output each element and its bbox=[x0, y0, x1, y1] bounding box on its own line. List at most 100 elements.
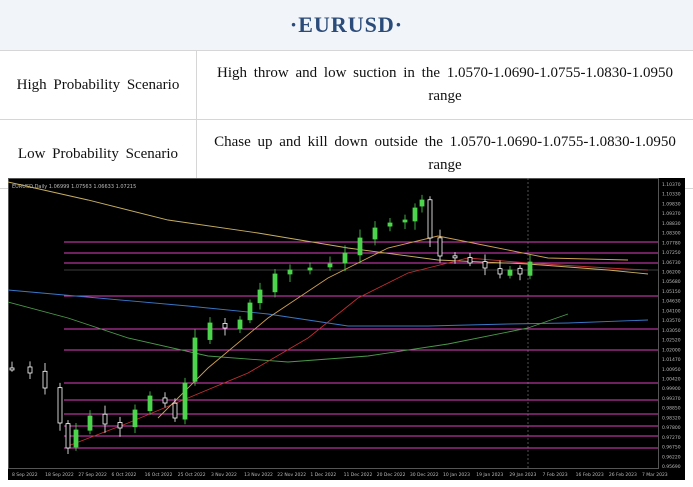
y-axis-label: 0.99900 bbox=[662, 386, 681, 392]
y-axis-label: 1.03050 bbox=[662, 328, 681, 334]
x-axis-label: 7 Feb 2023 bbox=[543, 472, 568, 478]
moving-average-line bbox=[8, 181, 649, 275]
y-axis-label: 1.10330 bbox=[662, 192, 681, 198]
y-axis-label: 0.96220 bbox=[662, 454, 681, 460]
candle-body bbox=[467, 257, 473, 264]
candle-body bbox=[207, 322, 213, 340]
candle-body bbox=[192, 337, 198, 382]
x-axis-label: 16 Oct 2022 bbox=[145, 472, 173, 478]
moving-average-line bbox=[67, 257, 649, 447]
x-axis-label: 16 Feb 2023 bbox=[576, 472, 604, 478]
candle-body bbox=[247, 302, 253, 321]
y-axis-label: 1.09830 bbox=[662, 201, 681, 207]
candle-body bbox=[482, 261, 488, 269]
y-axis-label: 1.05150 bbox=[662, 289, 681, 295]
x-axis-label: 8 Sep 2022 bbox=[12, 472, 38, 478]
candle-body bbox=[327, 263, 333, 268]
candle-body bbox=[427, 199, 433, 239]
candle-body bbox=[57, 387, 63, 424]
y-axis-label: 0.98850 bbox=[662, 406, 681, 412]
candle-body bbox=[517, 267, 523, 275]
x-axis-label: 26 Feb 2023 bbox=[609, 472, 637, 478]
candle-body bbox=[387, 222, 393, 227]
candle-body bbox=[9, 367, 15, 371]
y-axis-label: 1.02520 bbox=[662, 338, 681, 344]
candle-body bbox=[87, 415, 93, 431]
candle-body bbox=[497, 268, 503, 275]
y-axis-label: 0.99370 bbox=[662, 396, 681, 402]
x-axis-label: 11 Dec 2022 bbox=[344, 472, 373, 478]
candle-body bbox=[307, 267, 313, 271]
candle-body bbox=[402, 219, 408, 223]
x-axis-label: 22 Nov 2022 bbox=[277, 472, 306, 478]
y-axis-label: 1.04630 bbox=[662, 299, 681, 305]
candle-body bbox=[117, 422, 123, 429]
price-chart-svg: EURUSD,Daily 1.06999 1.07563 1.06633 1.0… bbox=[8, 178, 681, 478]
y-axis-label: 1.08830 bbox=[662, 221, 681, 227]
x-axis-label: 27 Sep 2022 bbox=[78, 472, 107, 478]
page-title-bar: ·EURUSD· bbox=[0, 0, 693, 50]
candle-body bbox=[182, 382, 188, 420]
y-axis-label: 1.09370 bbox=[662, 211, 681, 217]
candle-body bbox=[372, 227, 378, 240]
candle-body bbox=[172, 402, 178, 419]
candle-body bbox=[73, 429, 79, 448]
candle-body bbox=[507, 269, 513, 276]
y-axis-label: 1.04100 bbox=[662, 308, 681, 314]
candle-body bbox=[65, 423, 71, 449]
table-row: High Probability Scenario High throw and… bbox=[0, 50, 693, 120]
moving-average-line bbox=[8, 301, 569, 363]
x-axis-label: 6 Oct 2022 bbox=[111, 472, 136, 478]
y-axis-label: 0.97270 bbox=[662, 435, 681, 441]
x-axis-label: 1 Dec 2022 bbox=[310, 472, 336, 478]
y-axis-label: 1.00420 bbox=[662, 376, 681, 382]
x-axis-label: 19 Jan 2023 bbox=[476, 472, 503, 478]
y-axis-label: 1.08300 bbox=[662, 231, 681, 237]
x-axis-label: 20 Dec 2022 bbox=[377, 472, 406, 478]
y-axis-label: 0.97800 bbox=[662, 425, 681, 431]
candle-body bbox=[342, 252, 348, 264]
candle-body bbox=[257, 289, 263, 304]
candle-body bbox=[27, 366, 33, 374]
candle-body bbox=[237, 319, 243, 330]
candle-body bbox=[272, 273, 278, 293]
candle-body bbox=[412, 207, 418, 222]
candle-body bbox=[132, 409, 138, 428]
candle-body bbox=[42, 370, 48, 389]
x-axis-label: 7 Mar 2023 bbox=[642, 472, 668, 478]
x-axis-label: 10 Jan 2023 bbox=[443, 472, 470, 478]
price-chart: EURUSD,Daily 1.06999 1.07563 1.06633 1.0… bbox=[8, 178, 685, 480]
candle-body bbox=[357, 237, 363, 256]
y-axis-label: 0.98320 bbox=[662, 415, 681, 421]
candle-body bbox=[222, 323, 228, 329]
x-axis-label: 3 Nov 2022 bbox=[211, 472, 237, 478]
candle-body bbox=[162, 397, 168, 404]
x-axis-label: 18 Sep 2022 bbox=[45, 472, 74, 478]
candle-body bbox=[147, 395, 153, 412]
x-axis-label: 13 Nov 2022 bbox=[244, 472, 273, 478]
x-axis-label: 30 Dec 2022 bbox=[410, 472, 439, 478]
y-axis-label: 0.96750 bbox=[662, 445, 681, 451]
y-axis-label: 0.95690 bbox=[662, 464, 681, 470]
scenario-table: High Probability Scenario High throw and… bbox=[0, 50, 693, 189]
candle-body bbox=[419, 199, 425, 207]
y-axis-label: 1.06730 bbox=[662, 260, 681, 266]
y-axis-label: 1.00950 bbox=[662, 367, 681, 373]
scenario-label: High Probability Scenario bbox=[0, 50, 197, 120]
moving-average-line bbox=[8, 289, 649, 327]
y-axis-label: 1.07780 bbox=[662, 240, 681, 246]
candle-body bbox=[452, 255, 458, 259]
y-axis-label: 1.07250 bbox=[662, 250, 681, 256]
y-axis-label: 1.10370 bbox=[662, 182, 681, 188]
x-axis-label: 29 Jan 2023 bbox=[509, 472, 536, 478]
x-axis-label: 25 Oct 2022 bbox=[178, 472, 206, 478]
scenario-description: High throw and low suction in the 1.0570… bbox=[196, 50, 693, 120]
candle-body bbox=[287, 269, 293, 275]
y-axis-label: 1.05680 bbox=[662, 279, 681, 285]
y-axis-label: 1.01470 bbox=[662, 357, 681, 363]
y-axis-label: 1.02000 bbox=[662, 347, 681, 353]
y-axis-label: 1.06200 bbox=[662, 270, 681, 276]
y-axis-label: 1.03570 bbox=[662, 318, 681, 324]
page-title: ·EURUSD· bbox=[289, 12, 404, 37]
candle-body bbox=[437, 237, 443, 257]
